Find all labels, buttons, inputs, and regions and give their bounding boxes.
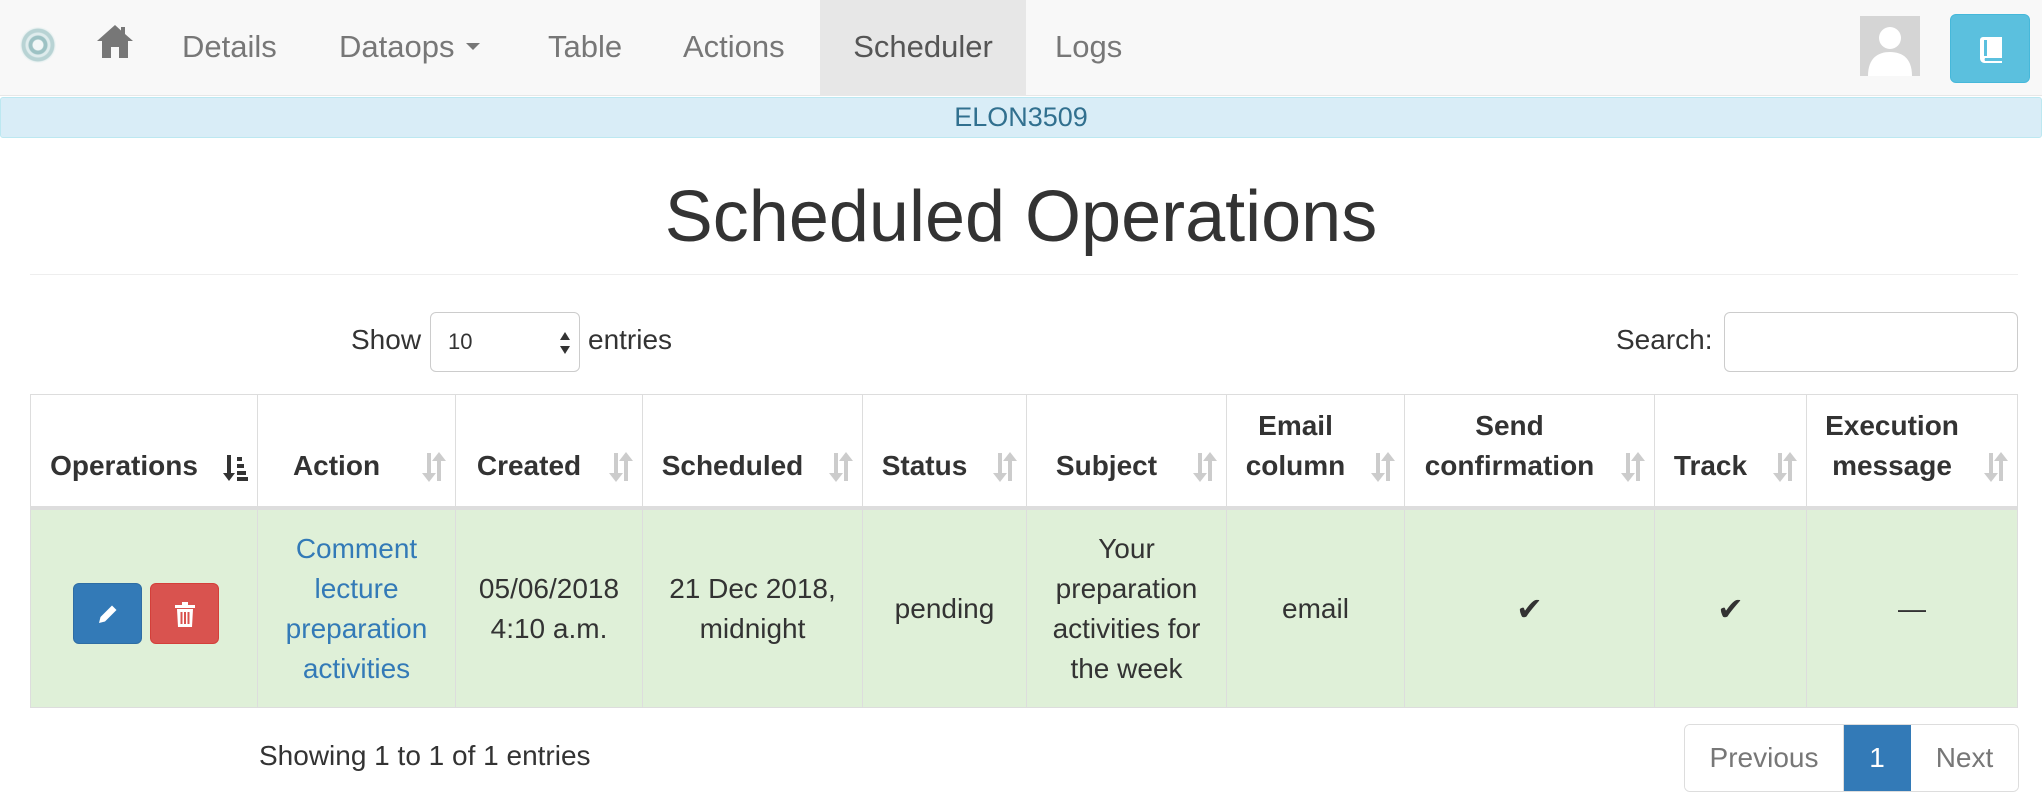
sort-icon bbox=[1621, 452, 1645, 482]
workflow-name-banner: ELON3509 bbox=[0, 97, 2042, 138]
header-label: Subject bbox=[1055, 450, 1158, 481]
header-email-column[interactable]: Email column bbox=[1227, 395, 1405, 510]
table-info: Showing 1 to 1 of 1 entries bbox=[259, 740, 591, 771]
cell-track: ✔ bbox=[1655, 510, 1807, 707]
scheduled-operations-table: Operations Action Created Scheduled Stat… bbox=[30, 394, 2018, 708]
header-execution-message[interactable]: Execution message bbox=[1807, 395, 2017, 510]
nav-table[interactable]: Table bbox=[548, 0, 622, 96]
search-input[interactable] bbox=[1724, 312, 2018, 372]
header-status[interactable]: Status bbox=[863, 395, 1027, 510]
pagination: Previous 1 Next bbox=[1684, 724, 2019, 792]
page-title: Scheduled Operations bbox=[664, 177, 1378, 257]
sort-icon bbox=[1193, 452, 1217, 482]
header-track[interactable]: Track bbox=[1655, 395, 1807, 510]
search-label: Search: bbox=[1616, 324, 1713, 355]
trash-icon bbox=[175, 602, 195, 627]
header-label: Email column bbox=[1245, 410, 1346, 481]
cell-status: pending bbox=[863, 510, 1027, 707]
action-link[interactable]: Comment lecture preparation activities bbox=[258, 529, 455, 689]
cell-scheduled: 21 Dec 2018, midnight bbox=[643, 510, 863, 707]
edit-button[interactable] bbox=[73, 583, 142, 644]
header-label: Track bbox=[1673, 450, 1748, 481]
nav-dataops-label: Dataops bbox=[339, 29, 455, 64]
header-subject[interactable]: Subject bbox=[1027, 395, 1227, 510]
header-operations[interactable]: Operations bbox=[31, 395, 258, 510]
cell-action: Comment lecture preparation activities bbox=[258, 510, 456, 707]
sort-icon bbox=[993, 452, 1017, 482]
nav-logs[interactable]: Logs bbox=[1055, 0, 1122, 96]
header-label: Created bbox=[476, 450, 582, 481]
nav-actions[interactable]: Actions bbox=[683, 0, 785, 96]
help-book-button[interactable] bbox=[1950, 14, 2030, 83]
sort-icon bbox=[829, 452, 853, 482]
nav-details[interactable]: Details bbox=[182, 0, 277, 96]
cell-subject: Your preparation activities for the week bbox=[1027, 510, 1227, 707]
show-label: Show bbox=[351, 324, 422, 355]
header-send-confirmation[interactable]: Send confirmation bbox=[1405, 395, 1655, 510]
sort-icon bbox=[1773, 452, 1797, 482]
header-label: Scheduled bbox=[661, 450, 804, 481]
pencil-icon bbox=[99, 605, 117, 623]
header-scheduled[interactable]: Scheduled bbox=[643, 395, 863, 510]
user-avatar-icon[interactable] bbox=[1860, 16, 1920, 76]
header-label: Operations bbox=[50, 450, 198, 481]
page-1-button[interactable]: 1 bbox=[1844, 725, 1911, 791]
delete-button[interactable] bbox=[150, 583, 219, 644]
cell-email-column: email bbox=[1227, 510, 1405, 707]
page-length-select[interactable]: 10 bbox=[430, 312, 580, 372]
sort-ascending-icon bbox=[223, 455, 248, 481]
page-length-value: 10 bbox=[448, 329, 473, 354]
header-action[interactable]: Action bbox=[258, 395, 456, 510]
cell-execution-message: — bbox=[1807, 510, 2017, 707]
previous-page-button[interactable]: Previous bbox=[1685, 725, 1844, 791]
select-arrows-icon bbox=[560, 332, 570, 354]
cell-send-confirmation: ✔ bbox=[1405, 510, 1655, 707]
sort-icon bbox=[422, 452, 446, 482]
title-divider bbox=[30, 274, 2018, 275]
entries-label: entries bbox=[588, 324, 673, 355]
cell-operations bbox=[31, 510, 258, 707]
header-label: Execution message bbox=[1825, 410, 1959, 481]
cell-created: 05/06/2018 4:10 a.m. bbox=[456, 510, 643, 707]
header-label: Action bbox=[292, 450, 381, 481]
home-icon[interactable] bbox=[95, 22, 135, 62]
header-label: Send confirmation bbox=[1424, 410, 1595, 481]
header-created[interactable]: Created bbox=[456, 395, 643, 510]
header-label: Status bbox=[881, 450, 968, 481]
book-icon bbox=[1979, 37, 2002, 63]
sort-icon bbox=[1371, 452, 1395, 482]
sort-icon bbox=[1984, 452, 2008, 482]
sort-icon bbox=[609, 452, 633, 482]
caret-down-icon bbox=[466, 43, 481, 51]
nav-scheduler[interactable]: Scheduler bbox=[820, 0, 1026, 96]
next-page-button[interactable]: Next bbox=[1911, 725, 2018, 791]
brand-logo-icon[interactable] bbox=[20, 27, 56, 63]
navbar: Details Dataops Table Actions Scheduler … bbox=[0, 0, 2042, 96]
nav-dataops[interactable]: Dataops bbox=[339, 0, 481, 96]
